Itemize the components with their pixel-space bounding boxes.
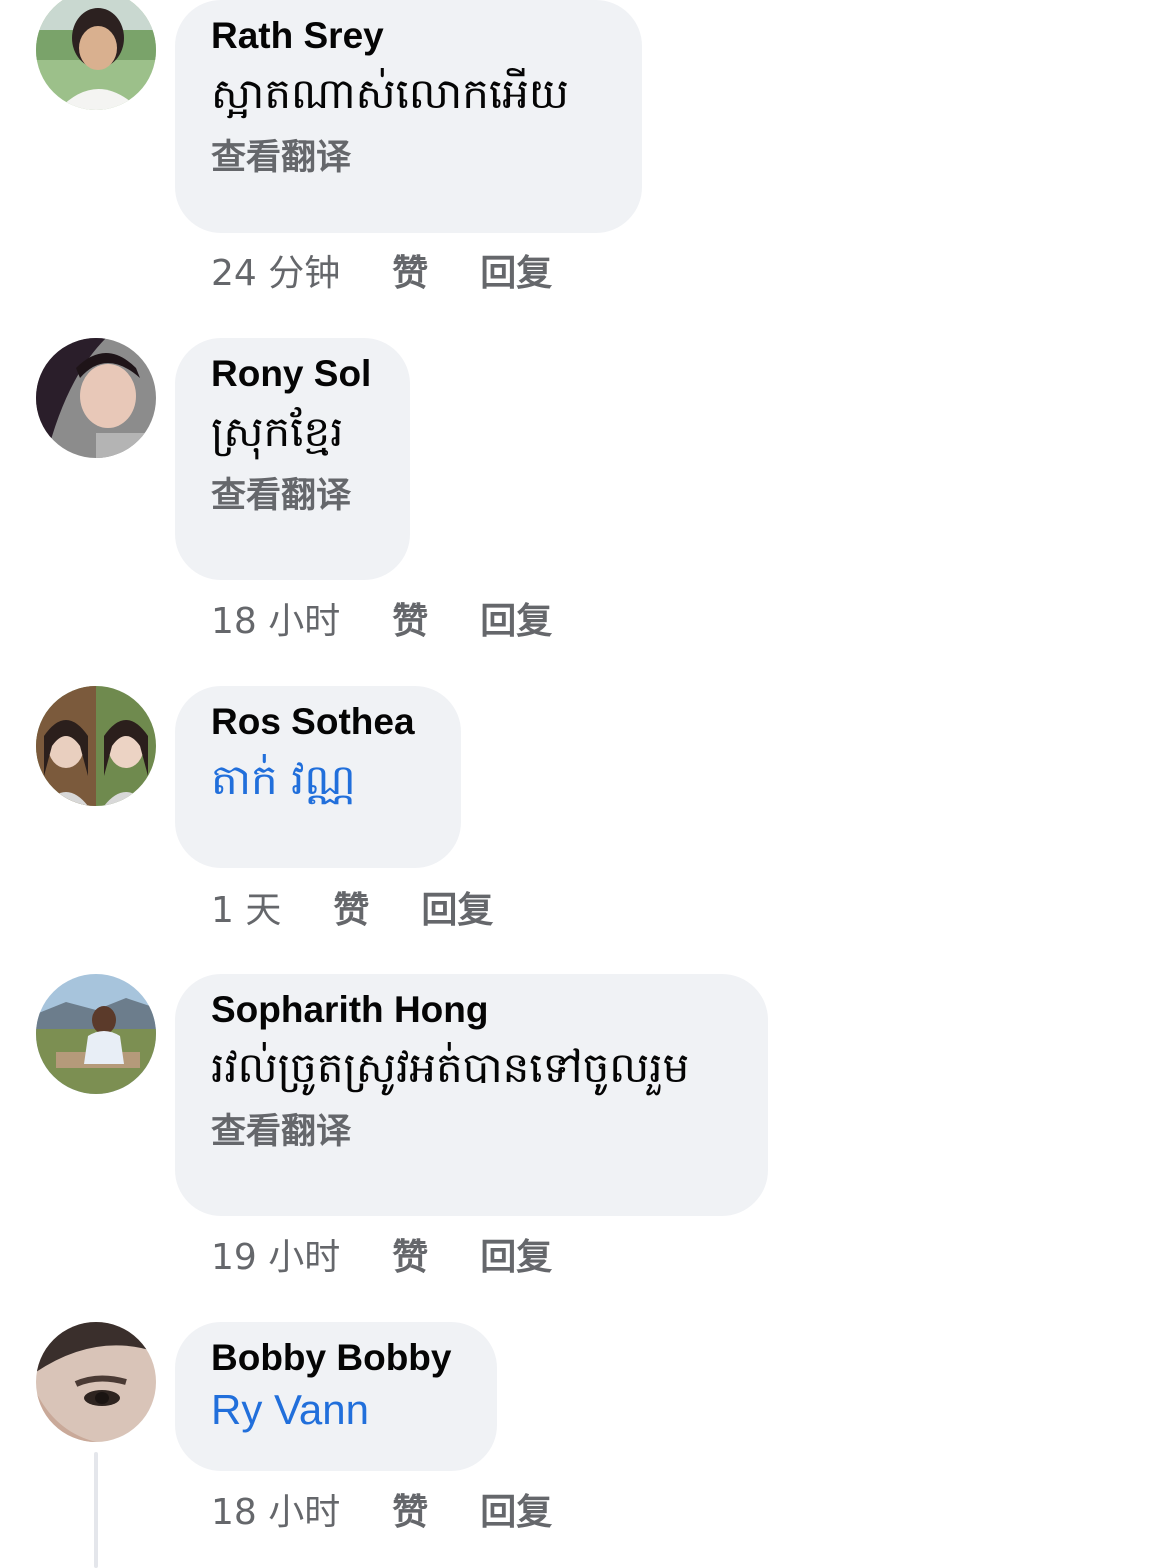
author-name[interactable]: Ros Sothea (211, 700, 425, 744)
timestamp: 18 小时 (211, 601, 341, 642)
comment-bubble: Ros Sothea តាក់ វណ្ណ (175, 686, 461, 868)
timestamp: 1 天 (211, 890, 282, 931)
author-name[interactable]: Rath Srey (211, 14, 606, 58)
avatar[interactable] (36, 686, 156, 806)
mention-link[interactable]: តាក់ វណ្ណ (211, 750, 425, 810)
comment-actions: 1 天 赞 回复 (211, 881, 493, 933)
see-translation-link[interactable]: 查看翻译 (211, 474, 374, 518)
reply-button[interactable]: 回复 (480, 592, 552, 644)
author-name[interactable]: Bobby Bobby (211, 1336, 461, 1380)
like-button[interactable]: 赞 (392, 592, 428, 644)
reply-button[interactable]: 回复 (480, 1228, 552, 1280)
avatar[interactable] (36, 338, 156, 458)
mention-link[interactable]: Ry Vann (211, 1380, 461, 1440)
comment-actions: 24 分钟 赞 回复 (211, 244, 552, 296)
author-name[interactable]: Sopharith Hong (211, 988, 732, 1032)
timestamp: 18 小时 (211, 1492, 341, 1533)
reply-button[interactable]: 回复 (421, 881, 493, 933)
like-button[interactable]: 赞 (333, 881, 369, 933)
reply-button[interactable]: 回复 (480, 244, 552, 296)
comment-actions: 18 小时 赞 回复 (211, 1483, 552, 1535)
like-button[interactable]: 赞 (392, 1228, 428, 1280)
avatar[interactable] (36, 1322, 156, 1442)
like-button[interactable]: 赞 (392, 1483, 428, 1535)
author-name[interactable]: Rony Sol (211, 352, 374, 396)
comment-bubble: Rath Srey ស្អាតណាស់លោកអើយ 查看翻译 (175, 0, 642, 233)
comment-bubble: Bobby Bobby Ry Vann (175, 1322, 497, 1471)
timestamp: 19 小时 (211, 1237, 341, 1278)
avatar[interactable] (36, 0, 156, 110)
avatar[interactable] (36, 974, 156, 1094)
like-button[interactable]: 赞 (392, 244, 428, 296)
see-translation-link[interactable]: 查看翻译 (211, 1110, 732, 1154)
reply-thread-line (94, 1452, 98, 1568)
reply-button[interactable]: 回复 (480, 1483, 552, 1535)
comment-text: រវល់ច្រូតស្រូវអត់បានទៅចូលរួម (211, 1043, 690, 1092)
see-translation-link[interactable]: 查看翻译 (211, 136, 606, 180)
comment-actions: 19 小时 赞 回复 (211, 1228, 552, 1280)
timestamp: 24 分钟 (211, 253, 341, 294)
comment-text: ស្អាតណាស់លោកអើយ (211, 69, 569, 118)
comment-text: ស្រុកខ្មែរ (211, 407, 344, 456)
comment-bubble: Sopharith Hong រវល់ច្រូតស្រូវអត់បានទៅចូល… (175, 974, 768, 1216)
comment-bubble: Rony Sol ស្រុកខ្មែរ 查看翻译 (175, 338, 410, 580)
comment-actions: 18 小时 赞 回复 (211, 592, 552, 644)
